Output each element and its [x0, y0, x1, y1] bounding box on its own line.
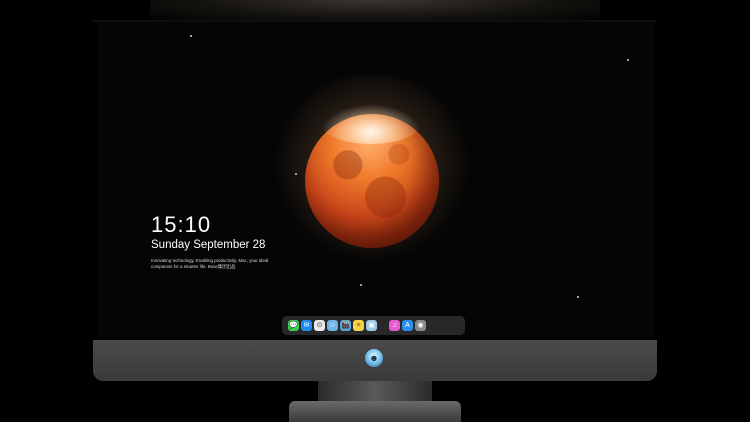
star: [577, 296, 579, 298]
brand-logo-icon: ☻: [365, 349, 383, 367]
app-store-icon[interactable]: A: [402, 320, 413, 331]
messages-icon[interactable]: 💬: [288, 320, 299, 331]
dock: 💬 ✉ ⊙ ☺ 🎬 ≡ ▣ ♫ A ◉: [282, 316, 465, 335]
photos-icon[interactable]: ▣: [366, 320, 377, 331]
lock-screen-time: 15:10: [151, 212, 212, 237]
monitor-stand-base: [289, 401, 461, 422]
lock-screen-tagline: Innovating technology, Enabling producti…: [151, 258, 269, 269]
star: [190, 35, 192, 37]
mail-icon[interactable]: ✉: [301, 320, 312, 331]
moon-bright-rim: [321, 104, 421, 144]
wallpaper-lunar-eclipse: [265, 74, 479, 288]
camera-icon[interactable]: ◉: [415, 320, 426, 331]
ambient-light: [150, 0, 600, 22]
safari-icon[interactable]: ⊙: [314, 320, 325, 331]
clips-icon[interactable]: 🎬: [340, 320, 351, 331]
star: [627, 59, 629, 61]
notes-icon[interactable]: ≡: [353, 320, 364, 331]
finder-icon[interactable]: ☺: [327, 320, 338, 331]
lock-screen-date: Sunday September 28: [151, 239, 266, 251]
desktop-screen: 15:10 Sunday September 28 Innovating tec…: [97, 22, 655, 342]
music-icon[interactable]: ♫: [389, 320, 400, 331]
